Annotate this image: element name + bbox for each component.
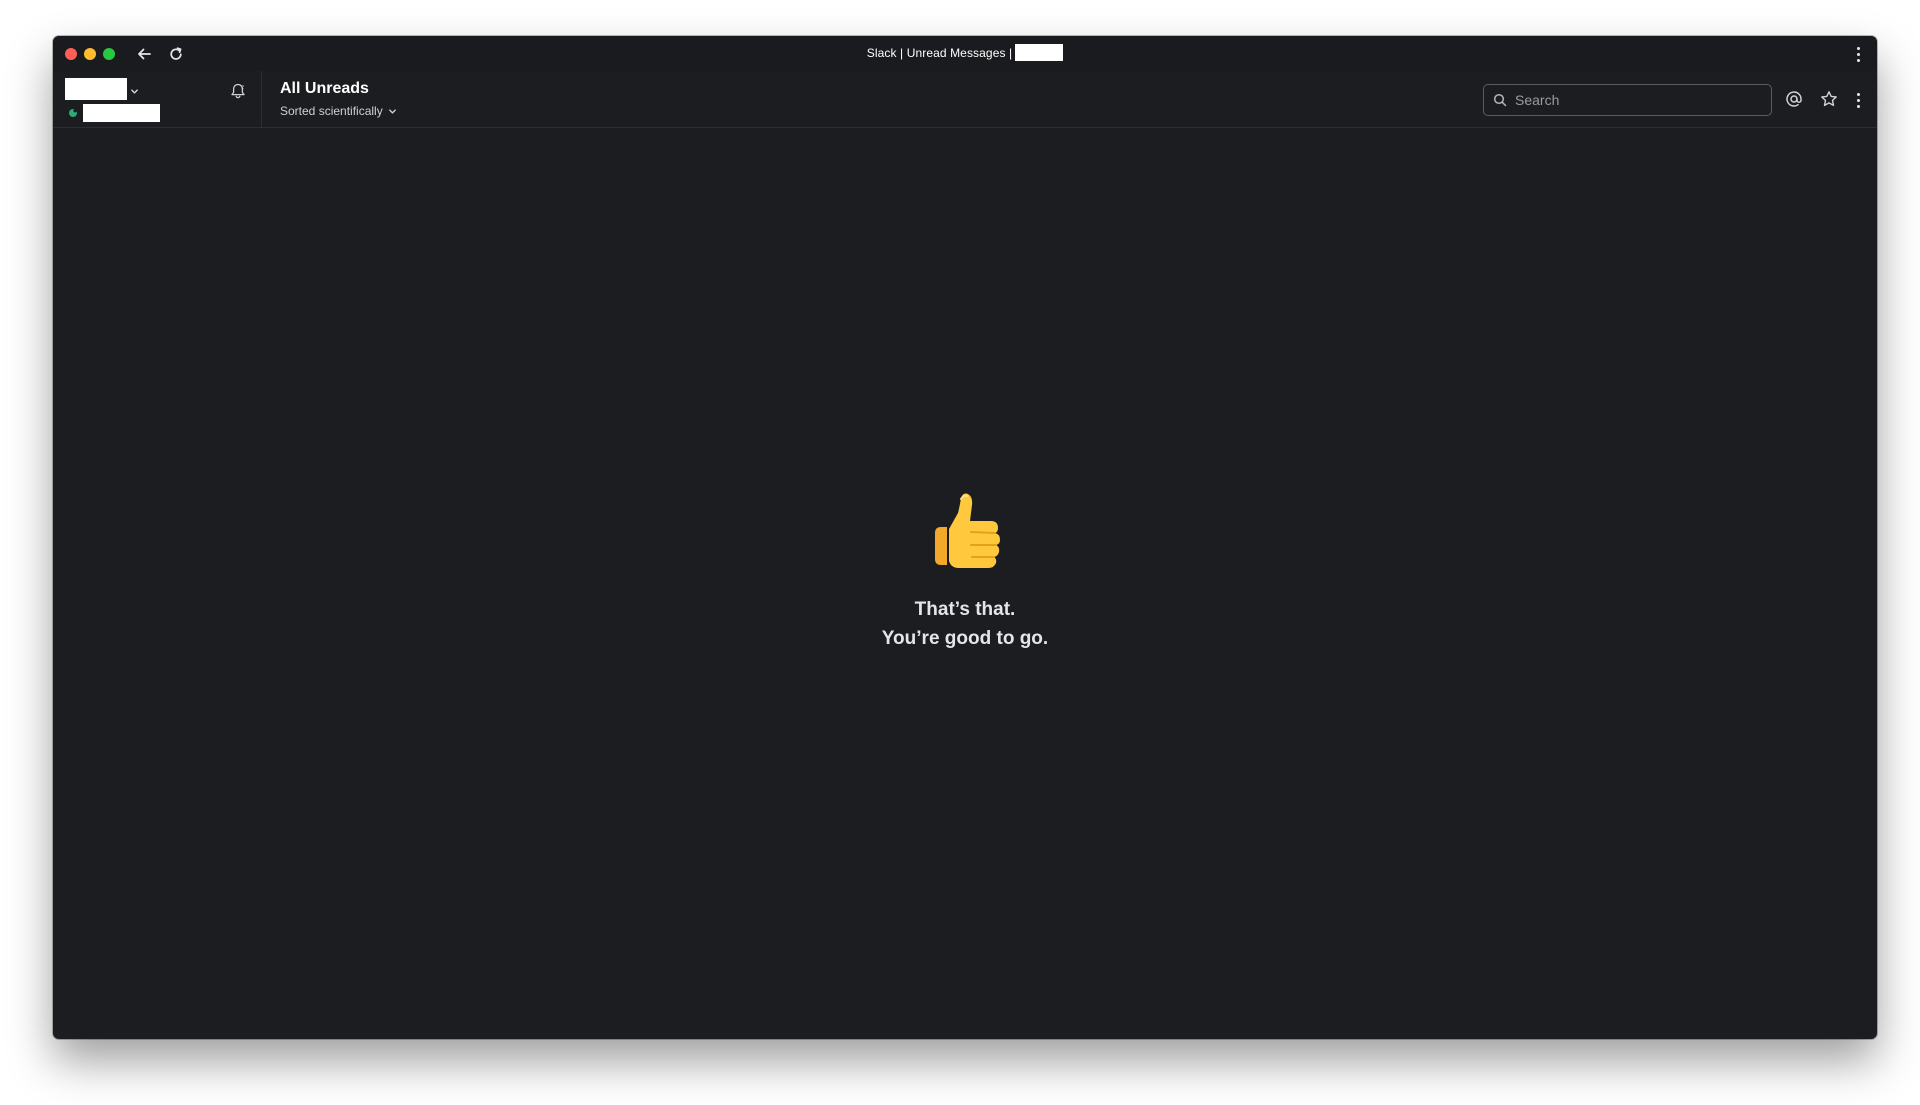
more-vertical-icon [1856, 46, 1860, 50]
user-name-redacted[interactable] [83, 104, 160, 122]
empty-state-line-1: That’s that. [914, 599, 1016, 620]
window-title: Slack | Unread Messages | [53, 43, 1877, 61]
sort-label: Sorted scientifically [280, 104, 383, 118]
more-vertical-icon [1856, 92, 1860, 96]
sort-dropdown[interactable]: Sorted scientifically [280, 104, 397, 118]
redacted-workspace-name [1015, 43, 1064, 61]
header-more-button[interactable] [1851, 89, 1865, 111]
window-menu-button[interactable] [1851, 43, 1865, 65]
window-title-text: Slack | Unread Messages | [866, 46, 1013, 60]
page-title: All Unreads [280, 80, 369, 97]
empty-state-line-2: You’re good to go. [881, 628, 1049, 649]
mentions-button[interactable] [1782, 87, 1806, 111]
presence-active-icon [68, 105, 78, 117]
chevron-down-icon [388, 108, 396, 114]
at-icon [1786, 91, 1802, 107]
app-window: Slack | Unread Messages | z All Unreads … [53, 36, 1877, 1039]
search-box[interactable] [1483, 84, 1772, 116]
chevron-down-icon[interactable] [130, 83, 139, 101]
channel-header: z All Unreads Sorted scientifically [53, 71, 1877, 128]
notifications-button[interactable]: z [226, 79, 250, 103]
empty-state: That’s that. You’re good to go. [53, 491, 1877, 653]
workspace-name-redacted[interactable] [65, 78, 127, 100]
thumbs-up-icon [935, 493, 1000, 568]
bell-icon: z [231, 83, 245, 99]
empty-state-message: That’s that. You’re good to go. [882, 595, 1048, 653]
svg-text:z: z [241, 85, 244, 91]
search-input[interactable] [1515, 92, 1755, 108]
header-divider [261, 71, 262, 128]
search-icon [1493, 93, 1507, 107]
title-bar: Slack | Unread Messages | [53, 36, 1877, 71]
star-icon [1821, 91, 1837, 107]
saved-items-button[interactable] [1817, 87, 1841, 111]
